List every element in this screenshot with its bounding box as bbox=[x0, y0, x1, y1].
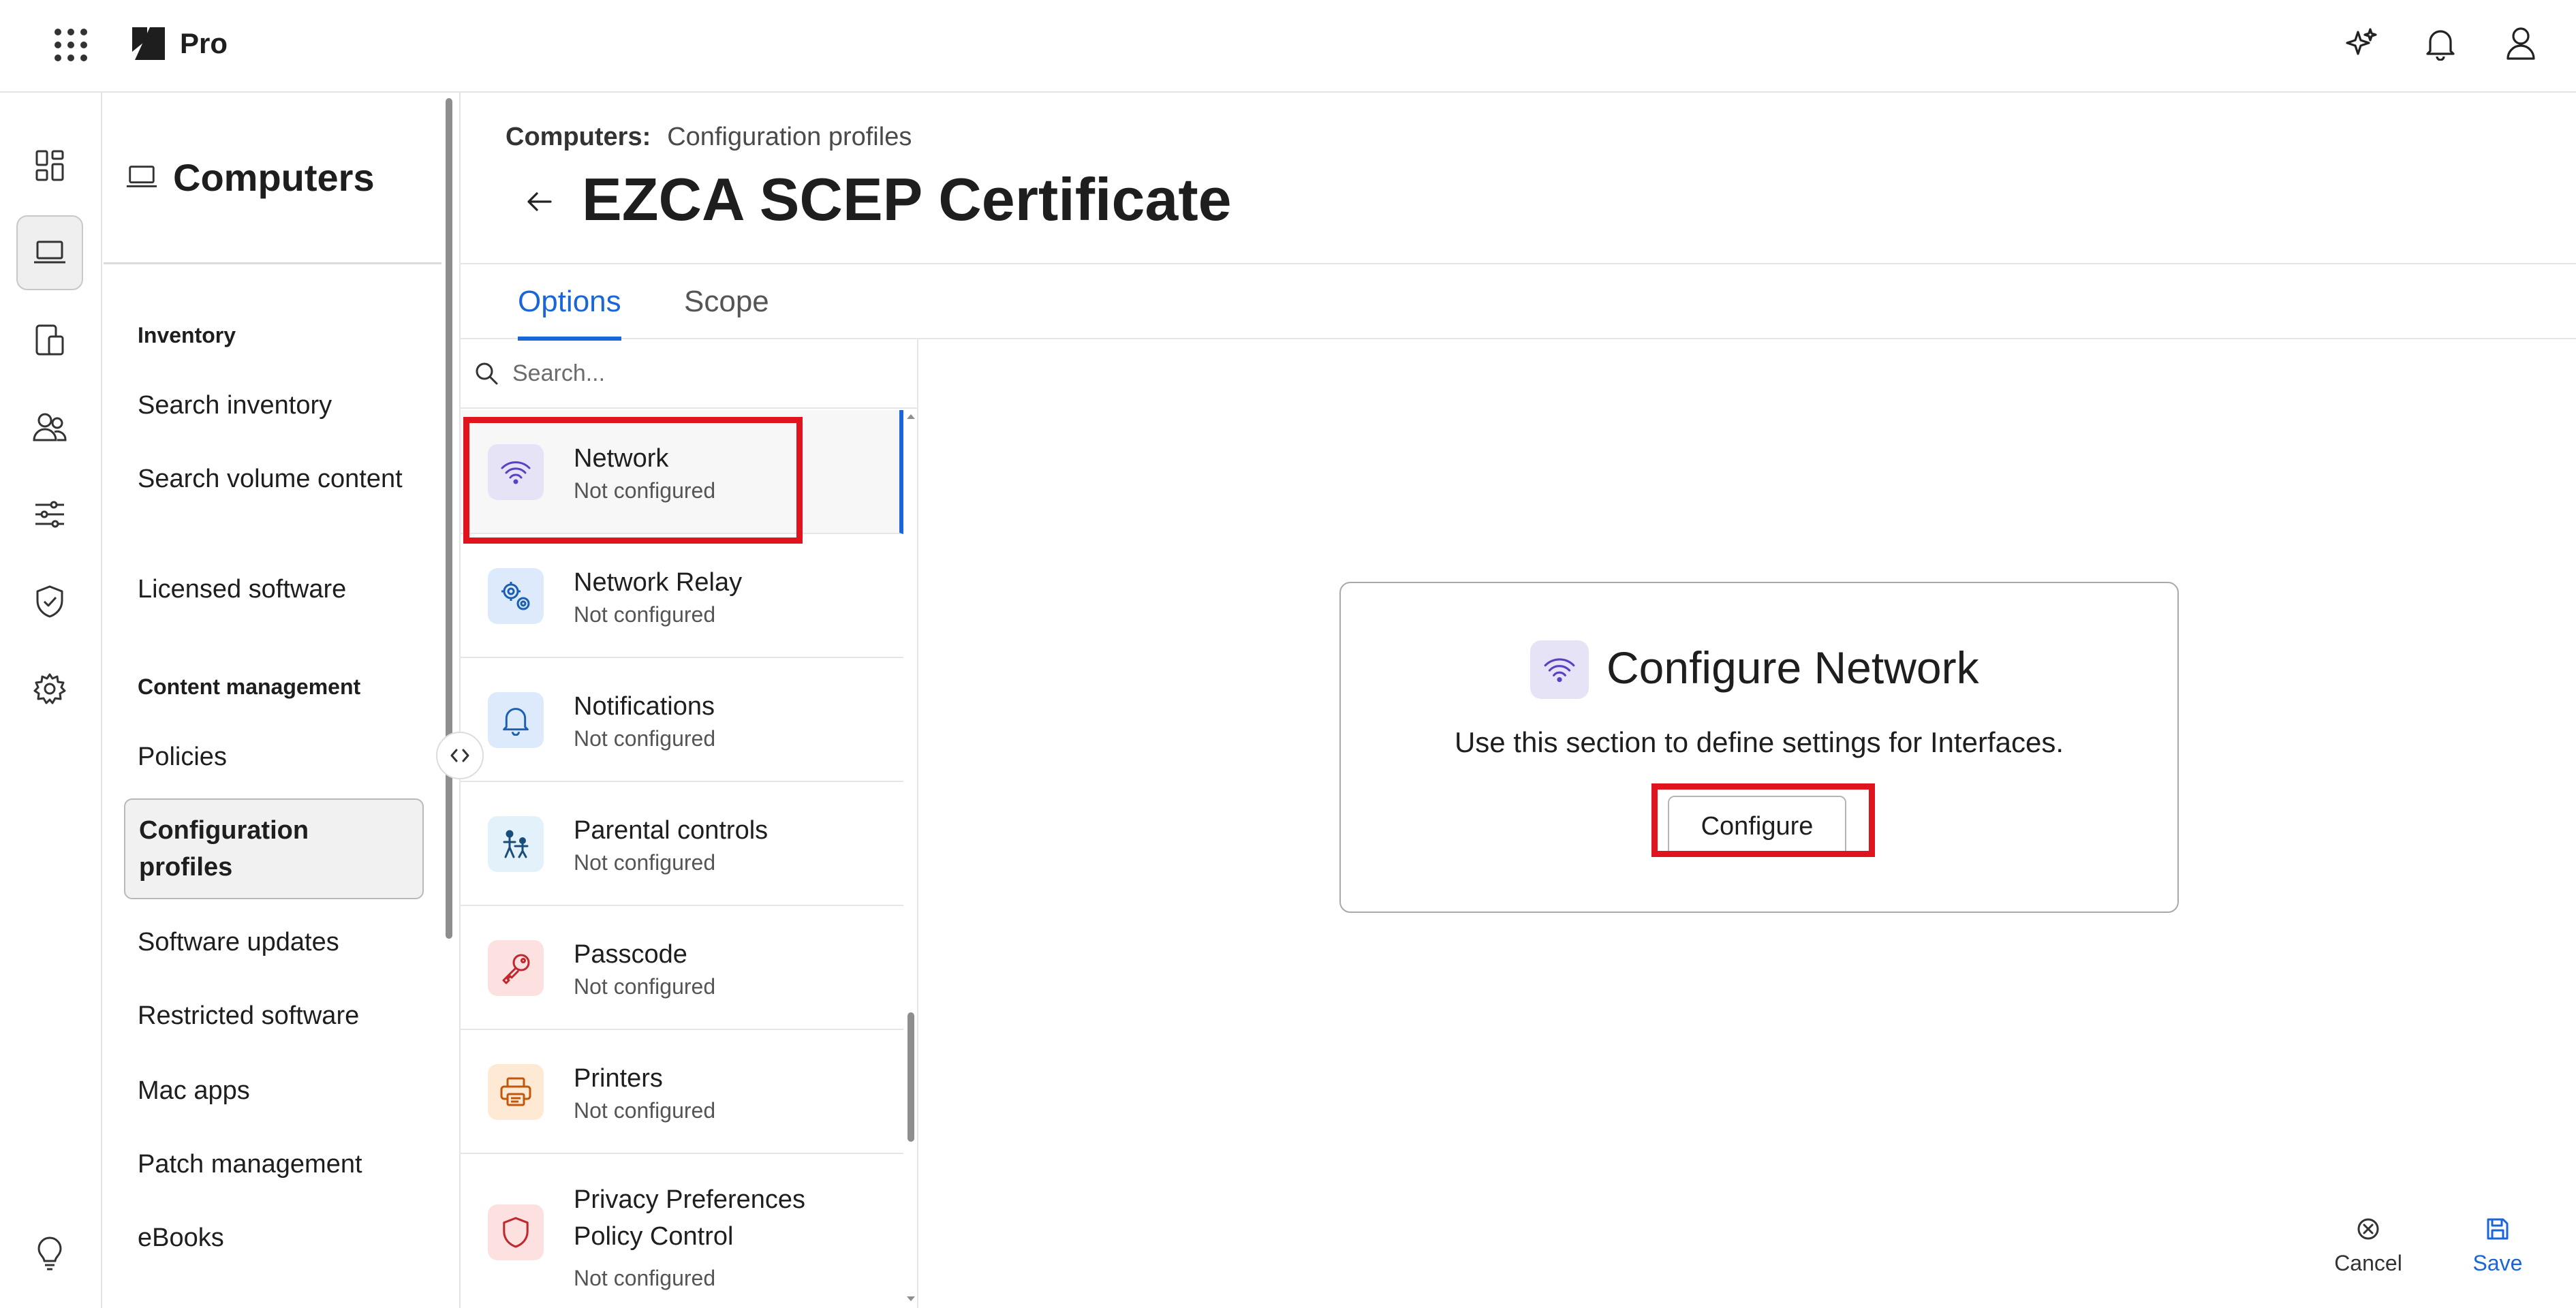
payload-status: Not configured bbox=[574, 726, 716, 751]
nav-item-policies[interactable]: Policies bbox=[138, 738, 424, 775]
save-label: Save bbox=[2472, 1251, 2523, 1275]
nav-item-search-volume-content[interactable]: Search volume content bbox=[138, 461, 424, 497]
dashboard-icon[interactable] bbox=[16, 128, 83, 203]
cancel-icon bbox=[2357, 1218, 2379, 1240]
payload-name: Printers bbox=[574, 1064, 663, 1093]
brand-name: Pro bbox=[180, 27, 228, 59]
payload-name: Parental controls bbox=[574, 816, 769, 845]
wifi-icon bbox=[1530, 640, 1589, 699]
bell-icon[interactable] bbox=[2419, 22, 2462, 65]
user-icon[interactable] bbox=[2499, 22, 2543, 65]
save-button[interactable]: Save bbox=[2450, 1217, 2545, 1276]
cancel-button[interactable]: Cancel bbox=[2321, 1217, 2416, 1276]
payload-status: Not configured bbox=[574, 602, 716, 627]
page-title: EZCA SCEP Certificate bbox=[582, 166, 1232, 233]
payload-name: Network Relay bbox=[574, 568, 743, 597]
nav-item-configuration-profiles[interactable]: Configuration profiles bbox=[124, 798, 424, 899]
configure-card: Configure Network Use this section to de… bbox=[1339, 582, 2179, 913]
payload-status: Not configured bbox=[574, 1098, 716, 1123]
payload-search bbox=[461, 339, 917, 409]
settings-sliders-icon[interactable] bbox=[16, 477, 83, 552]
cancel-label: Cancel bbox=[2334, 1251, 2402, 1275]
payload-item-network-relay[interactable]: Network Relay Not configured bbox=[461, 534, 903, 658]
payload-status: Not configured bbox=[574, 850, 716, 875]
nav-item-mac-apps[interactable]: Mac apps bbox=[138, 1072, 424, 1109]
computer-icon[interactable] bbox=[16, 215, 83, 290]
computer-icon bbox=[126, 166, 157, 187]
breadcrumb-current: Configuration profiles bbox=[667, 123, 912, 151]
list-scroll-thumb[interactable] bbox=[907, 1012, 914, 1142]
devices-icon[interactable] bbox=[16, 302, 83, 377]
payload-item-parental-controls[interactable]: Parental controls Not configured bbox=[461, 782, 903, 906]
nav-item-licensed-software[interactable]: Licensed software bbox=[138, 571, 424, 608]
printer-icon bbox=[488, 1064, 544, 1120]
nav-item-search-inventory[interactable]: Search inventory bbox=[138, 387, 424, 424]
list-scrollbar[interactable] bbox=[905, 410, 917, 1308]
scroll-up-icon[interactable] bbox=[906, 413, 916, 420]
search-icon bbox=[476, 362, 498, 385]
search-input[interactable] bbox=[512, 360, 894, 387]
nav-item-ebooks[interactable]: eBooks bbox=[138, 1219, 424, 1256]
icon-rail bbox=[0, 93, 102, 1308]
wifi-icon bbox=[488, 444, 544, 500]
save-icon bbox=[2487, 1218, 2509, 1240]
payload-name: Network bbox=[574, 444, 669, 473]
nav-item-restricted-software[interactable]: Restricted software bbox=[138, 997, 424, 1034]
key-icon bbox=[488, 940, 544, 996]
nav-header: Computers bbox=[104, 93, 441, 264]
tab-options[interactable]: Options bbox=[518, 285, 621, 341]
breadcrumb-root[interactable]: Computers: bbox=[506, 123, 651, 152]
nav-item-software-updates[interactable]: Software updates bbox=[138, 924, 424, 961]
payload-list: Network Not configured Network Relay Not… bbox=[461, 410, 903, 1308]
nav-title: Computers bbox=[173, 156, 375, 199]
payload-name: Notifications bbox=[574, 692, 715, 721]
privacy-shield-icon bbox=[488, 1204, 544, 1260]
nav-panel: Computers Inventory Search inventory Sea… bbox=[104, 93, 484, 1308]
app-launcher-icon[interactable] bbox=[50, 25, 89, 63]
nav-section-inventory: Inventory bbox=[138, 323, 236, 347]
nav-section-content-management: Content management bbox=[138, 674, 361, 699]
lightbulb-icon[interactable] bbox=[16, 1217, 83, 1292]
users-icon[interactable] bbox=[16, 390, 83, 465]
bell-icon bbox=[488, 692, 544, 748]
payload-item-privacy-preferences[interactable]: Privacy Preferences Policy Control Not c… bbox=[461, 1154, 903, 1308]
ai-sparkle-icon[interactable] bbox=[2340, 22, 2383, 65]
payload-item-printers[interactable]: Printers Not configured bbox=[461, 1030, 903, 1154]
configure-card-title: Configure Network bbox=[1607, 642, 1979, 693]
scroll-down-icon[interactable] bbox=[906, 1296, 916, 1303]
payload-name: Privacy Preferences Policy Control bbox=[574, 1185, 806, 1251]
parent-child-icon bbox=[488, 816, 544, 872]
main-content: Computers: Configuration profiles EZCA S… bbox=[459, 93, 2576, 1308]
shield-check-icon[interactable] bbox=[16, 564, 83, 639]
back-arrow-icon[interactable] bbox=[519, 181, 560, 222]
payload-status: Not configured bbox=[574, 974, 716, 999]
payload-status: Not configured bbox=[574, 1266, 716, 1290]
network-relay-gears-icon bbox=[488, 568, 544, 624]
brand[interactable]: Pro bbox=[129, 23, 228, 64]
configure-button[interactable]: Configure bbox=[1668, 796, 1846, 857]
payload-list-column: Network Not configured Network Relay Not… bbox=[461, 339, 918, 1308]
nav-scrollbar[interactable] bbox=[446, 98, 452, 939]
configure-card-description: Use this section to define settings for … bbox=[1454, 726, 2064, 758]
payload-status: Not configured bbox=[574, 478, 716, 503]
payload-name: Passcode bbox=[574, 940, 687, 969]
tabs-bar: Options Scope bbox=[461, 263, 2576, 341]
collapse-panel-icon[interactable] bbox=[436, 732, 484, 779]
breadcrumb: Computers: Configuration profiles bbox=[506, 123, 912, 152]
payload-item-passcode[interactable]: Passcode Not configured bbox=[461, 906, 903, 1030]
brand-logo-icon bbox=[132, 27, 165, 60]
top-bar: Pro bbox=[0, 0, 2576, 93]
payload-item-notifications[interactable]: Notifications Not configured bbox=[461, 658, 903, 782]
gear-icon[interactable] bbox=[16, 651, 83, 726]
nav-item-patch-management[interactable]: Patch management bbox=[138, 1146, 424, 1183]
payload-item-network[interactable]: Network Not configured bbox=[461, 410, 903, 534]
tab-scope[interactable]: Scope bbox=[684, 285, 769, 337]
